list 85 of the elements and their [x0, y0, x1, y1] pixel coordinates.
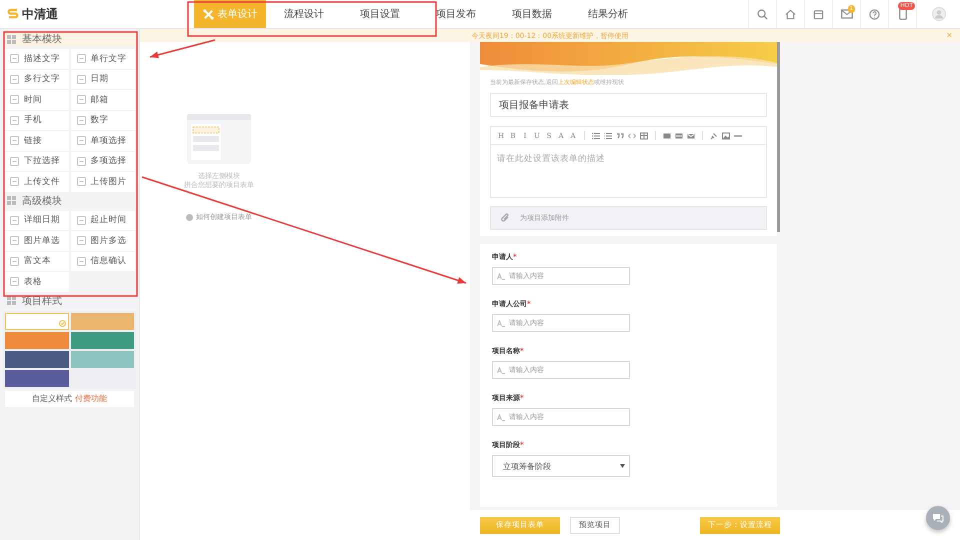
- field-type-icon: [76, 116, 86, 125]
- grid-icon: [7, 296, 16, 305]
- nav-tab[interactable]: 结果分析: [570, 0, 646, 28]
- field-type-icon: [10, 116, 19, 125]
- theme-thumbnail[interactable]: [5, 370, 68, 386]
- palette-item[interactable]: 日期: [70, 70, 135, 89]
- text-field-icon: [497, 414, 505, 420]
- grid-icon: [7, 34, 16, 44]
- palette-item[interactable]: 手机: [4, 110, 68, 130]
- field-type-icon: [10, 256, 19, 266]
- text-field-icon: [497, 320, 505, 326]
- palette-item[interactable]: 图片单选: [4, 231, 68, 250]
- caret-icon: [620, 464, 625, 468]
- palette-item[interactable]: 多行文字: [4, 70, 68, 89]
- field-type-icon: [76, 216, 86, 225]
- palette-item[interactable]: 邮箱: [70, 90, 135, 110]
- nav-tab[interactable]: 项目数据: [494, 0, 570, 28]
- field-type-icon: [76, 236, 86, 246]
- nav-tab[interactable]: 项目发布: [418, 0, 494, 28]
- palette-item[interactable]: 信息确认: [70, 252, 135, 271]
- field-type-icon: [76, 74, 86, 84]
- palette-item[interactable]: 表格: [4, 272, 68, 292]
- field-type-icon: [10, 74, 19, 84]
- palette-item[interactable]: 下拉选择: [4, 152, 68, 171]
- numbered-list-icon[interactable]: [604, 132, 612, 140]
- field-type-icon: [76, 95, 86, 104]
- grid-icon: [7, 196, 16, 205]
- table-icon[interactable]: [640, 132, 648, 140]
- paperclip-icon: [501, 213, 510, 223]
- palette-item[interactable]: 单行文字: [70, 49, 135, 68]
- field-type-icon: [10, 95, 19, 104]
- field-type-icon: [76, 136, 86, 146]
- palette-item[interactable]: 描述文字: [4, 49, 68, 68]
- palette-item[interactable]: 起止时间: [70, 210, 135, 230]
- theme-thumbnail[interactable]: [70, 350, 134, 368]
- theme-thumbnail[interactable]: [5, 312, 68, 330]
- description-placeholder: 请在此处设置该表单的描述: [496, 152, 606, 166]
- section-title: 高级模块: [22, 194, 62, 208]
- field-type-icon: [10, 277, 19, 286]
- quote-icon[interactable]: [616, 132, 624, 140]
- field-type-icon: [76, 256, 86, 266]
- palette-item[interactable]: 时间: [4, 90, 68, 110]
- dropdown-select[interactable]: 立项筹备阶段: [492, 455, 630, 477]
- theme-thumbnail[interactable]: [5, 332, 68, 348]
- theme-thumbnail[interactable]: [70, 312, 134, 330]
- theme-thumbnail[interactable]: [70, 332, 134, 348]
- section-title: 基本模块: [22, 32, 62, 46]
- annotation-arrow: [150, 39, 216, 58]
- code-icon[interactable]: [628, 132, 636, 140]
- palette-item[interactable]: 富文本: [4, 252, 68, 271]
- form-title-field[interactable]: 项目报备申请表: [490, 93, 767, 117]
- palette-item[interactable]: 单项选择: [70, 131, 135, 150]
- palette-item[interactable]: 数字: [70, 110, 135, 130]
- palette-item[interactable]: 详细日期: [4, 210, 68, 230]
- tools-icon: [202, 8, 214, 20]
- field-type-icon: [76, 54, 86, 64]
- field-type-icon: [10, 177, 19, 186]
- field-type-icon: [76, 177, 86, 186]
- check-icon: [58, 320, 66, 326]
- field-type-icon: [76, 156, 86, 166]
- theme-thumbnail[interactable]: [5, 350, 68, 368]
- nav-tab[interactable]: 项目设置: [342, 0, 418, 28]
- field-type-icon: [10, 136, 19, 146]
- nav-tab[interactable]: 流程设计: [266, 0, 342, 28]
- field-type-icon: [10, 156, 19, 166]
- chat-bubble-icon: [932, 513, 944, 523]
- image-icon[interactable]: [722, 132, 730, 140]
- palette-item[interactable]: 图片多选: [70, 231, 135, 250]
- logo-text: 中清通: [22, 6, 58, 22]
- palette-item[interactable]: 链接: [4, 131, 68, 150]
- bullet-list-icon[interactable]: [592, 132, 600, 140]
- dot-icon: [186, 214, 193, 220]
- field-type-icon: [10, 216, 19, 225]
- palette-item[interactable]: 上传图片: [70, 172, 135, 192]
- field-type-icon: [10, 54, 19, 64]
- form-layout-illustration: [187, 114, 251, 164]
- custom-style-label: 自定义样式: [32, 393, 72, 404]
- text-field-icon: [497, 272, 505, 280]
- chat-button[interactable]: [926, 506, 950, 530]
- section-title: 项目样式: [22, 294, 62, 308]
- field-type-icon: [10, 236, 19, 246]
- text-field-icon: [497, 366, 505, 374]
- palette-item[interactable]: 上传文件: [4, 172, 68, 192]
- logo-icon: [7, 8, 19, 20]
- palette-item[interactable]: 多项选择: [70, 152, 135, 171]
